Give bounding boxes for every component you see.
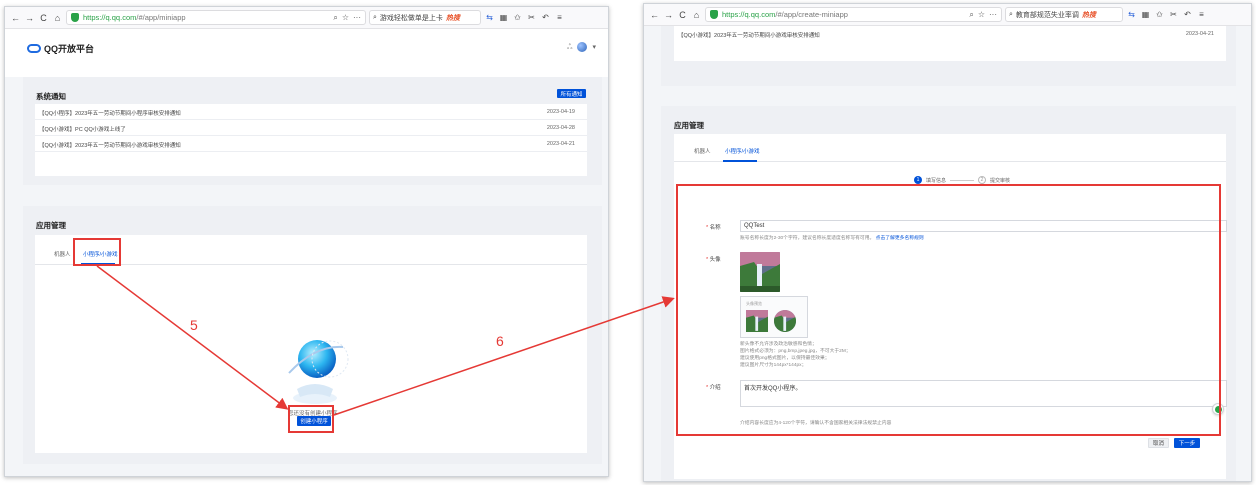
step-6-label: 6 xyxy=(496,333,504,349)
address-bar[interactable]: https://q.qq.com/#/app/create-miniapp ⌕ … xyxy=(705,7,1002,22)
search-box[interactable]: ⌕ 教育部规范失业率调 热搜 xyxy=(1005,7,1123,22)
next-step-button[interactable]: 下一步 xyxy=(1174,438,1200,448)
translate-icon[interactable]: ⇆ xyxy=(1126,10,1137,19)
step-2-icon: 2 xyxy=(978,176,987,184)
step-indicator: 1 填写信息 2 提交审核 xyxy=(914,176,1010,184)
translate-icon[interactable]: ⇆ xyxy=(484,13,495,22)
search-icon: ⌕ xyxy=(1009,10,1013,18)
step-1-label: 填写信息 xyxy=(926,177,947,184)
apps-grid-icon[interactable]: ▦ xyxy=(498,13,509,22)
notice-row[interactable]: 【QQ小游戏】PC QQ小游戏上线了 2023-04-28 xyxy=(35,120,587,136)
notice-text: 【QQ小游戏】2023年五一劳动节期间小游戏审核安排通知 xyxy=(678,33,820,39)
browser-toolbar: ← → C ⌂ https://q.qq.com/#/app/create-mi… xyxy=(644,4,1251,26)
cut-icon[interactable]: ✂ xyxy=(1168,10,1179,19)
highlight-create-form xyxy=(676,184,1221,436)
forward-icon[interactable]: → xyxy=(24,13,35,23)
header-user-area: ஃ ▾ xyxy=(567,42,596,52)
back-icon[interactable]: ← xyxy=(10,13,21,23)
notice-row[interactable]: 【QQ小游戏】2023年五一劳动节期间小游戏审核安排通知 2023-04-21 xyxy=(35,136,587,152)
url-path: /#/app/create-miniapp xyxy=(775,10,848,19)
menu-icon[interactable]: ≡ xyxy=(554,13,565,22)
cut-icon[interactable]: ✂ xyxy=(526,13,537,22)
favorites-icon[interactable]: ✩ xyxy=(1154,10,1165,19)
notice-date: 2023-04-28 xyxy=(546,125,575,131)
home-icon[interactable]: ⌂ xyxy=(691,10,702,20)
security-shield-icon xyxy=(71,13,79,22)
tutorial-composite: ← → C ⌂ https://q.qq.com/#/app/miniapp ⌕… xyxy=(0,0,1256,485)
home-icon[interactable]: ⌂ xyxy=(52,13,63,23)
notice-date: 2023-04-21 xyxy=(1185,31,1214,37)
more-icon[interactable]: ··· xyxy=(989,10,997,19)
step-connector xyxy=(950,179,975,181)
favorites-icon[interactable]: ✩ xyxy=(512,13,523,22)
app-management-title: 应用管理 xyxy=(36,221,66,230)
apps-grid-icon[interactable]: ▦ xyxy=(1140,10,1151,19)
step-2-label: 提交审核 xyxy=(990,177,1011,184)
search-text: 游戏轻松做单是上卡 xyxy=(379,14,443,22)
hot-search-badge: 热搜 xyxy=(445,14,460,22)
tab-miniapp[interactable]: 小程序/小游戏 xyxy=(725,147,760,155)
url-path: /#/app/miniapp xyxy=(136,13,186,22)
highlight-create-button xyxy=(288,405,334,433)
site-header: QQ开放平台 ஃ ▾ xyxy=(5,29,608,77)
notice-panel: 【QQ小游戏】2023年五一劳动节期间小游戏审核安排通知 2023-04-21 xyxy=(661,26,1236,86)
browser-toolbar: ← → C ⌂ https://q.qq.com/#/app/miniapp ⌕… xyxy=(5,7,608,29)
more-icon[interactable]: ··· xyxy=(353,13,361,22)
notice-row[interactable]: 【QQ小游戏】2023年五一劳动节期间小游戏审核安排通知 2023-04-21 xyxy=(674,26,1226,42)
undo-icon[interactable]: ↶ xyxy=(540,13,551,22)
undo-icon[interactable]: ↶ xyxy=(1182,10,1193,19)
tab-robot[interactable]: 机器人 xyxy=(694,147,711,155)
back-icon[interactable]: ← xyxy=(649,10,660,20)
empty-state-illustration xyxy=(288,340,349,404)
notice-text: 【QQ小游戏】2023年五一劳动节期间小游戏审核安排通知 xyxy=(39,143,181,149)
app-tabs: 机器人 小程序/小游戏 xyxy=(674,140,1226,162)
user-icon[interactable]: ஃ xyxy=(567,43,573,52)
all-notices-button[interactable]: 所有通知 xyxy=(557,89,586,98)
url-host: https://q.qq.com xyxy=(722,10,776,19)
notice-date: 2023-04-21 xyxy=(546,141,575,147)
zoom-icon[interactable]: ⌕ xyxy=(333,13,337,23)
qq-logo-icon xyxy=(27,44,41,53)
notice-row[interactable]: 【QQ小程序】2023年五一劳动节期间小程序审核安排通知 2023-04-19 xyxy=(35,104,587,120)
search-box[interactable]: ⌕ 游戏轻松做单是上卡 热搜 xyxy=(369,10,481,25)
bookmark-star-icon[interactable]: ☆ xyxy=(978,10,985,19)
reload-icon[interactable]: C xyxy=(677,10,688,20)
address-bar[interactable]: https://q.qq.com/#/app/miniapp ⌕ ☆ ··· xyxy=(66,10,366,25)
notice-card: 【QQ小游戏】2023年五一劳动节期间小游戏审核安排通知 2023-04-21 xyxy=(674,26,1226,61)
security-shield-icon xyxy=(710,10,718,19)
notice-list: 【QQ小程序】2023年五一劳动节期间小程序审核安排通知 2023-04-19 … xyxy=(35,104,587,152)
chevron-down-icon[interactable]: ▾ xyxy=(592,43,596,51)
highlight-tab-miniapp xyxy=(73,238,121,266)
tab-robot[interactable]: 机器人 xyxy=(54,250,71,258)
notice-title: 系统通知 xyxy=(36,92,66,101)
qq-open-platform-logo[interactable]: QQ开放平台 xyxy=(27,42,94,55)
bookmark-star-icon[interactable]: ☆ xyxy=(342,13,349,22)
notice-card: 【QQ小程序】2023年五一劳动节期间小程序审核安排通知 2023-04-19 … xyxy=(35,104,587,176)
step-1-icon: 1 xyxy=(914,176,922,184)
step-5-label: 5 xyxy=(190,317,198,333)
notice-text: 【QQ小游戏】PC QQ小游戏上线了 xyxy=(39,127,126,133)
reload-icon[interactable]: C xyxy=(38,13,49,23)
notice-text: 【QQ小程序】2023年五一劳动节期间小程序审核安排通知 xyxy=(39,111,181,117)
url-host: https://q.qq.com xyxy=(83,13,137,22)
cancel-button[interactable]: 取消 xyxy=(1148,438,1169,448)
zoom-icon[interactable]: ⌕ xyxy=(969,10,973,20)
notice-panel: 系统通知 所有通知 【QQ小程序】2023年五一劳动节期间小程序审核安排通知 2… xyxy=(23,77,602,185)
avatar[interactable] xyxy=(577,42,588,52)
notice-date: 2023-04-19 xyxy=(546,109,575,115)
app-management-title: 应用管理 xyxy=(674,121,704,130)
forward-icon[interactable]: → xyxy=(663,10,674,20)
search-text: 教育部规范失业率调 xyxy=(1015,11,1079,19)
tab-active-indicator xyxy=(723,160,757,162)
hot-search-badge: 热搜 xyxy=(1081,11,1096,19)
menu-icon[interactable]: ≡ xyxy=(1196,10,1207,19)
logo-text: QQ开放平台 xyxy=(44,44,95,54)
search-icon: ⌕ xyxy=(373,13,377,21)
